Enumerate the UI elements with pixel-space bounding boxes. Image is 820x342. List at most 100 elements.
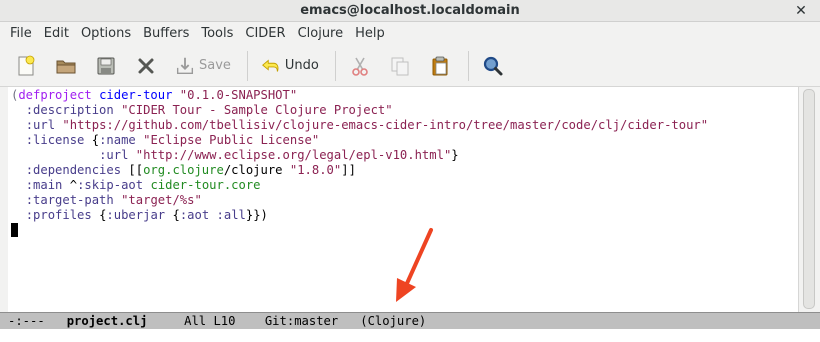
code-line: :main ^:skip-aot cider-tour.core — [11, 178, 798, 193]
code-token-plain: { — [84, 133, 100, 147]
close-x-icon — [138, 58, 154, 73]
code-token-plain: ^ — [62, 178, 78, 192]
code-line: :license {:name "Eclipse Public License" — [11, 133, 798, 148]
scrollbar-thumb[interactable] — [803, 89, 815, 309]
code-token-kw: :skip-aot — [77, 178, 144, 192]
menu-buffers[interactable]: Buffers — [137, 26, 195, 41]
modeline-position: All L10 — [184, 314, 236, 328]
code-line — [11, 223, 798, 238]
cut-icon — [352, 57, 368, 76]
code-token-keyword: defproject — [18, 88, 92, 102]
modeline-vc-branch: Git:master — [264, 314, 339, 328]
vertical-scrollbar[interactable] — [798, 87, 820, 312]
code-token-string: "Eclipse Public License" — [143, 133, 320, 147]
code-token-sym: org.clojure — [143, 163, 224, 177]
modeline-major-mode: (Clojure) — [360, 314, 427, 328]
code-token-kw: :url — [25, 118, 56, 132]
code-token-string: "0.1.0-SNAPSHOT" — [179, 88, 298, 102]
save-button[interactable]: Save — [168, 49, 237, 83]
code-token-string: "https://github.com/tbellisiv/clojure-em… — [62, 118, 709, 132]
code-line: :profiles {:uberjar {:aot :all}}) — [11, 208, 798, 223]
code-token-plain: ]] — [341, 163, 356, 177]
code-token-kw: :aot — [179, 208, 210, 222]
paste-button[interactable] — [422, 49, 458, 83]
modeline-status: -:--- — [8, 314, 45, 328]
undo-button-label: Undo — [284, 58, 319, 73]
code-token-string: "CIDER Tour - Sample Clojure Project" — [121, 103, 393, 117]
menu-bar: File Edit Options Buffers Tools CIDER Cl… — [0, 22, 820, 45]
code-token-plain: /clojure — [223, 163, 290, 177]
save-disk-button[interactable] — [88, 49, 124, 83]
code-token-plain: { — [91, 208, 107, 222]
copy-button[interactable] — [382, 49, 418, 83]
menu-file[interactable]: File — [4, 26, 38, 41]
editor-buffer[interactable]: (defproject cider-tour "0.1.0-SNAPSHOT" … — [8, 87, 798, 312]
menu-help[interactable]: Help — [349, 26, 391, 41]
save-icon — [176, 57, 194, 74]
code-token-string: "target/%s" — [121, 193, 202, 207]
save-button-label: Save — [199, 58, 231, 73]
open-folder-icon — [56, 60, 76, 73]
code-token-plain: }}) — [245, 208, 268, 222]
mode-line: -:--- project.clj All L10 Git:master (Cl… — [0, 312, 820, 329]
menu-options[interactable]: Options — [75, 26, 137, 41]
paste-icon — [432, 56, 448, 75]
menu-clojure[interactable]: Clojure — [292, 26, 350, 41]
echo-area[interactable] — [0, 329, 820, 342]
code-token-sym: cider-tour.core — [150, 178, 261, 192]
code-token-kw: :url — [99, 148, 129, 162]
code-token-kw: :main — [25, 178, 63, 192]
toolbar-separator — [246, 50, 248, 81]
code-line: :url "http://www.eclipse.org/legal/epl-v… — [11, 148, 798, 163]
code-token-plain: [[ — [121, 163, 144, 177]
left-fringe — [0, 87, 8, 312]
close-buffer-button[interactable] — [128, 49, 164, 83]
cut-button[interactable] — [342, 49, 378, 83]
code-line: :url "https://github.com/tbellisiv/cloju… — [11, 118, 798, 133]
search-icon — [483, 56, 503, 75]
save-disk-icon — [97, 57, 115, 74]
text-cursor — [11, 223, 18, 237]
open-folder-button[interactable] — [48, 49, 84, 83]
code-token-def: cider-tour — [99, 88, 173, 102]
undo-icon — [261, 59, 279, 72]
modeline-buffer-name: project.clj — [66, 314, 148, 328]
code-token-kw: :dependencies — [25, 163, 122, 177]
new-file-button[interactable] — [8, 49, 44, 83]
undo-button[interactable]: Undo — [254, 49, 325, 83]
menu-edit[interactable]: Edit — [38, 26, 75, 41]
toolbar-separator — [334, 50, 336, 81]
code-token-kw: :name — [99, 133, 136, 147]
code-token-kw: :license — [25, 133, 85, 147]
window-title: emacs@localhost.localdomain — [300, 3, 520, 18]
toolbar: Save Undo — [0, 45, 820, 87]
search-button[interactable] — [475, 49, 511, 83]
code-token-kw: :description — [25, 103, 114, 117]
new-file-icon — [18, 55, 35, 75]
code-line: :description "CIDER Tour - Sample Clojur… — [11, 103, 798, 118]
code-token-string: "http://www.eclipse.org/legal/epl-v10.ht… — [135, 148, 452, 162]
code-token-string: "1.8.0" — [289, 163, 342, 177]
close-icon[interactable]: ✕ — [792, 2, 810, 20]
menu-cider[interactable]: CIDER — [239, 26, 291, 41]
code-line: :dependencies [[org.clojure/clojure "1.8… — [11, 163, 798, 178]
menu-tools[interactable]: Tools — [195, 26, 239, 41]
code-token-plain: } — [451, 148, 459, 162]
code-token-kw: :target-path — [25, 193, 114, 207]
code-token-kw: :all — [216, 208, 246, 222]
code-token-kw: :uberjar — [106, 208, 166, 222]
code-token-plain: { — [165, 208, 180, 222]
